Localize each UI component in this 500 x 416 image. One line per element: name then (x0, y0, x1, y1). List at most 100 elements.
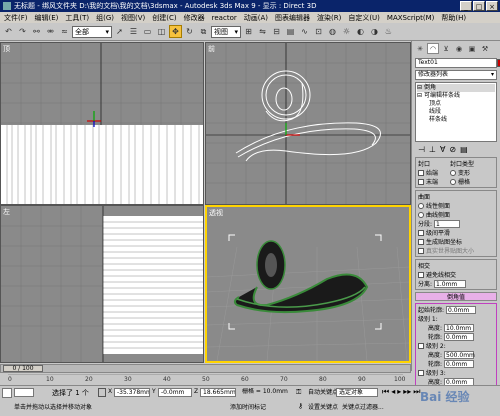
mirror-icon[interactable]: ⇋ (256, 25, 269, 38)
menu-views[interactable]: 视图(V) (121, 13, 145, 23)
modify-tab-icon[interactable]: ◠ (427, 43, 439, 54)
menu-tools[interactable]: 工具(T) (65, 13, 89, 23)
utilities-tab-icon[interactable]: ⚒ (479, 43, 491, 54)
remove-modifier-icon[interactable]: ⊘ (449, 145, 456, 154)
prev-frame-icon[interactable]: ◂ (391, 387, 395, 397)
align-icon[interactable]: ⊟ (270, 25, 283, 38)
viewport-front[interactable]: 前 (205, 42, 411, 205)
undo-icon[interactable]: ↶ (2, 25, 15, 38)
move-icon[interactable]: ✥ (169, 25, 182, 38)
viewport-left[interactable]: 左 (0, 205, 204, 363)
redo-icon[interactable]: ↷ (16, 25, 29, 38)
z-coord-field[interactable]: 18.665mm (200, 388, 236, 397)
key-filters-button[interactable]: 关键点过滤器... (342, 402, 384, 411)
add-time-tag-button[interactable]: 添加时间标记 (230, 402, 266, 411)
stack-item-bevel[interactable]: ⊟ 倒角 (417, 84, 495, 92)
modifier-stack[interactable]: ⊟ 倒角 ⊟ 可编辑样条线 顶点 线段 样条线 (415, 82, 497, 142)
grid-radio[interactable] (450, 178, 457, 185)
layer-icon[interactable]: ▤ (284, 25, 297, 38)
curved-sides-radio[interactable] (418, 211, 424, 218)
viewport-top[interactable]: 顶 (0, 42, 204, 205)
menu-file[interactable]: 文件(F) (4, 13, 28, 23)
modifier-list-dropdown[interactable]: 修改器列表 ▾ (415, 70, 497, 80)
teapot-icon[interactable]: ♨ (382, 25, 395, 38)
stack-item-spline[interactable]: 样条线 (417, 116, 495, 124)
menu-group[interactable]: 组(G) (96, 13, 114, 23)
unlink-icon[interactable]: ⚮ (44, 25, 57, 38)
menu-rendering[interactable]: 渲染(R) (317, 13, 341, 23)
selected-object-dropdown[interactable]: 选定对象 (336, 388, 378, 397)
set-key-button[interactable]: 设置关键点 (308, 402, 338, 411)
scale-icon[interactable]: ⧉ (197, 25, 210, 38)
separation-spinner[interactable]: 1.0mm (434, 279, 467, 288)
stack-item-segment[interactable]: 线段 (417, 108, 495, 116)
time-slider-track[interactable]: 0 / 100 (0, 364, 411, 373)
configure-sets-icon[interactable]: ▤ (460, 145, 468, 154)
level3-checkbox[interactable] (418, 369, 424, 376)
cap-end-checkbox[interactable] (418, 178, 424, 185)
menu-reactor[interactable]: reactor (212, 14, 237, 22)
bind-icon[interactable]: ≈ (58, 25, 71, 38)
menu-edit[interactable]: 编辑(E) (35, 13, 59, 23)
maxscript-listener-icon[interactable] (2, 388, 12, 398)
outline2-spinner[interactable]: 0.0mm (444, 359, 475, 368)
menu-graph-editors[interactable]: 图表编辑器 (275, 13, 310, 23)
morph-radio[interactable] (450, 169, 457, 176)
y-coord-field[interactable]: -0.0mm (158, 388, 192, 397)
play-icon[interactable]: ▸ (397, 387, 401, 397)
key-icon[interactable]: ⚿ (296, 388, 306, 398)
render-icon[interactable]: ◐ (354, 25, 367, 38)
time-slider-thumb[interactable]: 0 / 100 (3, 365, 43, 372)
schematic-icon[interactable]: ⊡ (312, 25, 325, 38)
height1-spinner[interactable]: 10.0mm (444, 323, 475, 332)
menu-animation[interactable]: 动画(A) (244, 13, 268, 23)
hierarchy-tab-icon[interactable]: ⊻ (440, 43, 452, 54)
maxscript-mini-listener[interactable] (14, 388, 34, 397)
menu-modifiers[interactable]: 修改器 (184, 13, 205, 23)
create-tab-icon[interactable]: ✳ (414, 43, 426, 54)
select-icon[interactable]: ➚ (113, 25, 126, 38)
motion-tab-icon[interactable]: ◉ (453, 43, 465, 54)
auto-key-button[interactable]: 自动关键点 (308, 387, 338, 396)
close-button[interactable]: × (486, 1, 498, 11)
viewport-perspective[interactable]: 透视 (205, 205, 411, 363)
set-key-icon[interactable]: ⚷ (298, 402, 308, 412)
linear-sides-radio[interactable] (418, 202, 424, 209)
viewport-label[interactable]: 左 (3, 207, 10, 217)
render-setup-icon[interactable]: ☼ (340, 25, 353, 38)
segments-spinner[interactable]: 1 (434, 219, 461, 228)
link-icon[interactable]: ⚯ (30, 25, 43, 38)
maximize-button[interactable]: □ (473, 1, 485, 11)
menu-create[interactable]: 创建(C) (152, 13, 176, 23)
real-world-checkbox[interactable] (418, 247, 424, 254)
avoid-intersect-checkbox[interactable] (418, 271, 424, 278)
curve-icon[interactable]: ∿ (298, 25, 311, 38)
material-icon[interactable]: ◍ (326, 25, 339, 38)
selection-filter-dropdown[interactable]: 全部 ▾ (72, 25, 112, 38)
menu-maxscript[interactable]: MAXScript(M) (387, 14, 434, 22)
stack-item-editable-spline[interactable]: ⊟ 可编辑样条线 (417, 92, 495, 100)
start-outline-spinner[interactable]: 0.0mm (446, 305, 477, 314)
stack-item-vertex[interactable]: 顶点 (417, 100, 495, 108)
viewport-label[interactable]: 透视 (209, 208, 223, 218)
height2-spinner[interactable]: 500.0mm (444, 350, 475, 359)
cap-start-checkbox[interactable] (418, 169, 424, 176)
pivot-icon[interactable]: ⊞ (242, 25, 255, 38)
next-frame-icon[interactable]: ▸▸ (403, 387, 411, 397)
bevel-values-rollout-header[interactable]: 倒角值 (415, 292, 497, 301)
object-name-field[interactable]: Text01 (415, 58, 500, 68)
outline1-spinner[interactable]: 0.0mm (444, 332, 475, 341)
gen-mapping-checkbox[interactable] (418, 238, 424, 245)
go-to-start-icon[interactable]: ⏮ (382, 387, 389, 397)
pin-stack-icon[interactable]: ⊣ (418, 145, 425, 154)
lock-selection-icon[interactable] (98, 388, 106, 397)
quick-render-icon[interactable]: ◑ (368, 25, 381, 38)
show-end-result-icon[interactable]: ⊥ (429, 145, 436, 154)
viewport-label[interactable]: 顶 (3, 44, 10, 54)
rotate-icon[interactable]: ↻ (183, 25, 196, 38)
x-coord-field[interactable]: -35.378mm (114, 388, 150, 397)
coord-system-dropdown[interactable]: 视图 ▾ (211, 25, 241, 38)
rect-select-icon[interactable]: ▭ (141, 25, 154, 38)
select-name-icon[interactable]: ☰ (127, 25, 140, 38)
minimize-button[interactable]: _ (460, 1, 472, 11)
